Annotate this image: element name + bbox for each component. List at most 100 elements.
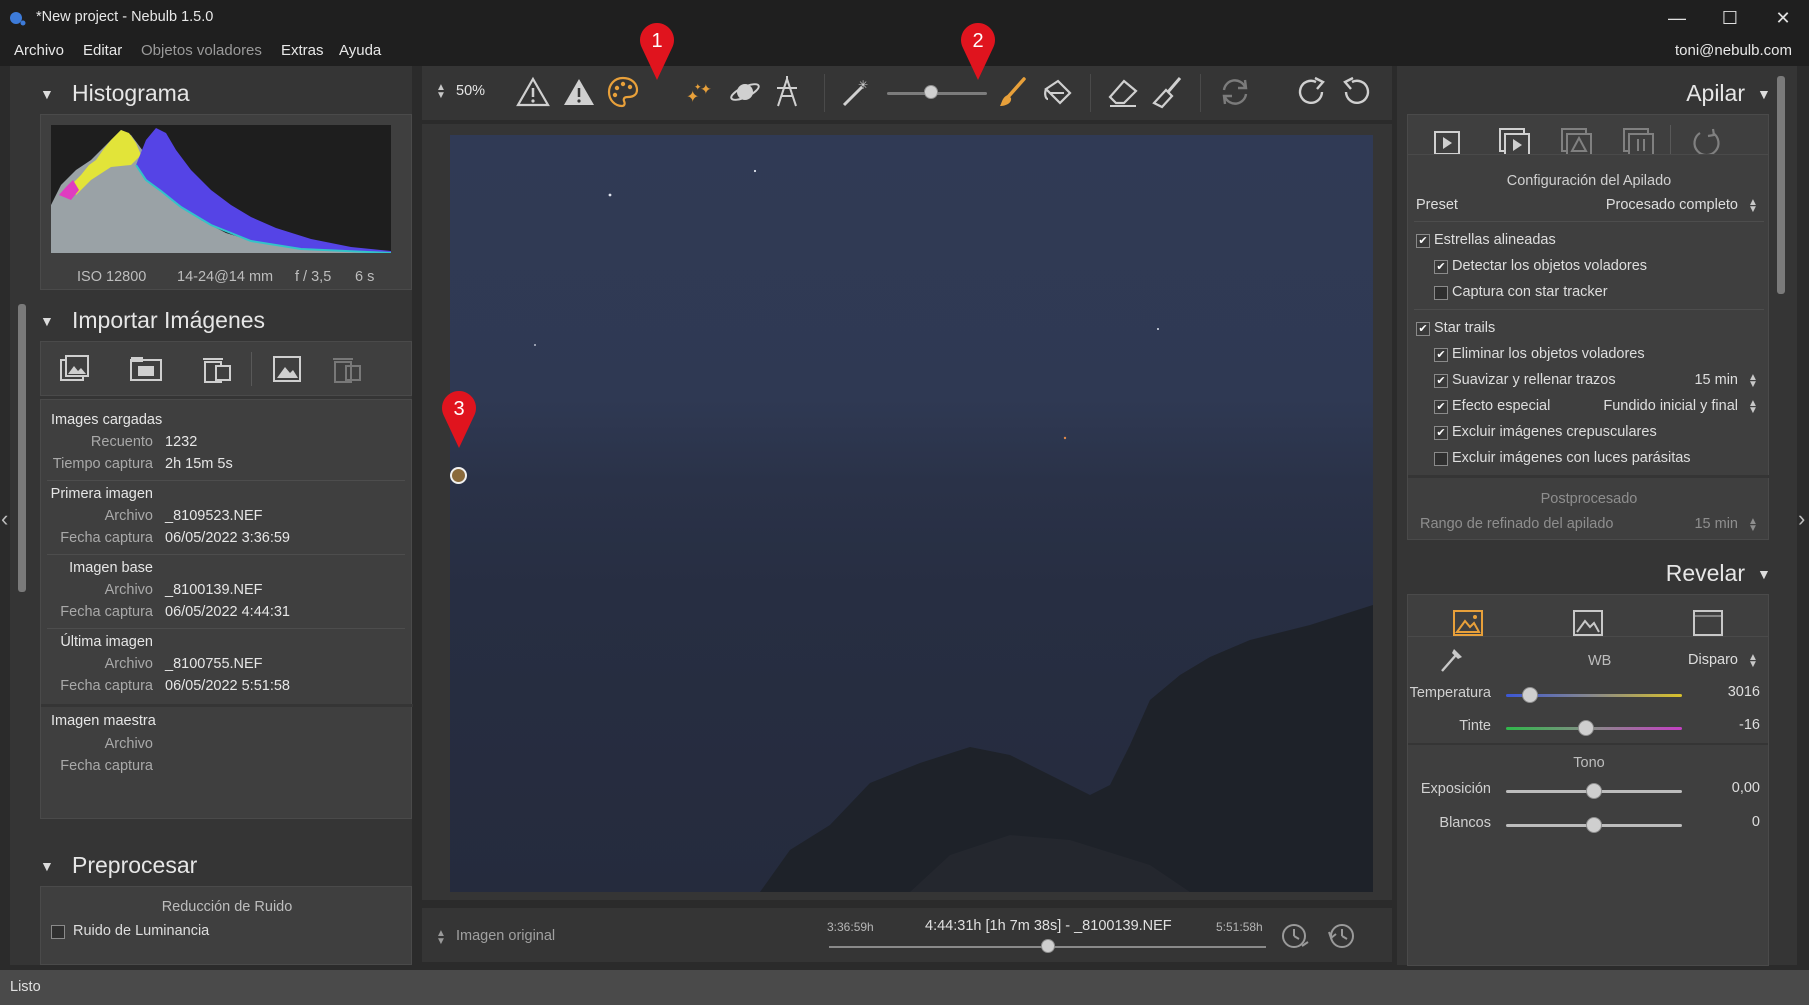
brush-size-slider[interactable]	[887, 85, 987, 99]
detect-objects-label: Detectar los objetos voladores	[1452, 258, 1648, 274]
zoom-spinner-icon[interactable]: ▲ ▼	[436, 83, 446, 101]
broom-icon[interactable]	[1150, 75, 1184, 112]
preset-spinner-icon[interactable]: ▲ ▼	[1748, 198, 1758, 215]
menu-archivo[interactable]: Archivo	[14, 42, 64, 59]
exposure-knob[interactable]	[1586, 783, 1602, 799]
menu-ayuda[interactable]: Ayuda	[339, 42, 381, 59]
left-scrollbar[interactable]	[18, 304, 26, 592]
svg-text:✦: ✦	[700, 82, 712, 98]
histogram-box: ISO 12800 14-24@14 mm f / 3,5 6 s	[40, 114, 412, 290]
special-effect-value[interactable]: Fundido inicial y final	[1558, 398, 1738, 414]
tower-icon[interactable]	[772, 75, 802, 112]
planet-icon[interactable]	[728, 76, 762, 111]
smooth-spinner-icon[interactable]: ▲ ▼	[1748, 373, 1758, 390]
close-button[interactable]: ✕	[1768, 6, 1798, 30]
stack-config-heading: Configuración del Apilado	[1506, 173, 1672, 189]
temperature-value[interactable]: 3016	[1688, 684, 1760, 700]
collapse-preprocess-icon[interactable]: ▼	[40, 858, 54, 874]
smooth-trails-value[interactable]: 15 min	[1628, 372, 1738, 388]
view-mode[interactable]: Imagen original	[456, 928, 555, 944]
remove-objects-checkbox[interactable]: ✔	[1434, 348, 1448, 362]
smooth-trails-checkbox[interactable]: ✔	[1434, 374, 1448, 388]
star-trails-checkbox[interactable]: ✔	[1416, 322, 1430, 336]
aligned-stars-label: Estrellas alineadas	[1434, 232, 1556, 248]
single-image-icon[interactable]	[271, 354, 303, 384]
effect-spinner-icon[interactable]: ▲ ▼	[1748, 399, 1758, 416]
title-bar: *New project - Nebulb 1.5.0 — ☐ ✕	[0, 0, 1809, 36]
wb-spinner-icon[interactable]: ▲ ▼	[1748, 653, 1758, 670]
refine-spinner-icon[interactable]: ▲ ▼	[1748, 517, 1758, 534]
star-tracker-checkbox[interactable]	[1434, 286, 1448, 300]
view-spinner-icon[interactable]: ▲ ▼	[436, 929, 446, 947]
menu-objetos-voladores[interactable]: Objetos voladores	[141, 42, 262, 59]
menu-extras[interactable]: Extras	[281, 42, 324, 59]
warning-outline-icon[interactable]	[516, 76, 550, 111]
first-date-value: 06/05/2022 3:36:59	[165, 530, 290, 546]
status-bar: Listo	[0, 970, 1809, 1005]
collapse-stack-icon[interactable]: ▼	[1757, 86, 1771, 102]
eraser-icon[interactable]	[1106, 75, 1140, 112]
clear-images-icon[interactable]	[331, 354, 363, 384]
brush-icon[interactable]	[996, 75, 1030, 112]
minimize-button[interactable]: —	[1662, 6, 1692, 30]
exclude-parasite-label: Excluir imágenes con luces parásitas	[1452, 450, 1691, 466]
warning-filled-icon[interactable]	[562, 76, 596, 111]
paint-bucket-icon[interactable]	[1040, 75, 1074, 112]
undo-icon[interactable]	[1340, 76, 1372, 111]
exclude-parasite-checkbox[interactable]	[1434, 452, 1448, 466]
right-scrollbar[interactable]	[1777, 76, 1785, 294]
redo-icon[interactable]	[1296, 76, 1328, 111]
stars-icon[interactable]: ✦ ✦ ✦	[684, 76, 718, 111]
maximize-button[interactable]: ☐	[1715, 6, 1745, 30]
rocks-silhouette	[534, 169, 1373, 892]
add-images-icon[interactable]	[59, 354, 91, 384]
tint-knob[interactable]	[1578, 720, 1594, 736]
status-text: Listo	[10, 979, 41, 995]
eyedropper-icon[interactable]	[1436, 643, 1466, 678]
remove-images-icon[interactable]	[201, 354, 233, 384]
toolbar-separator	[1200, 74, 1201, 112]
collapse-histogram-icon[interactable]: ▼	[40, 86, 54, 102]
exposure-value[interactable]: 0,00	[1688, 780, 1760, 796]
preset-value[interactable]: Procesado completo	[1558, 197, 1738, 213]
user-account[interactable]: toni@nebulb.com	[1675, 42, 1792, 59]
clock-back-icon[interactable]	[1280, 920, 1312, 955]
collapse-right-arrow-icon[interactable]: ›	[1798, 506, 1805, 532]
brush-size-knob[interactable]	[924, 85, 938, 99]
collapse-reveal-icon[interactable]: ▼	[1757, 566, 1771, 582]
collapse-import-icon[interactable]: ▼	[40, 313, 54, 329]
reveal-title: Revelar	[1665, 560, 1745, 586]
separator	[41, 704, 413, 707]
wb-value[interactable]: Disparo	[1628, 652, 1738, 668]
exclude-twilight-checkbox[interactable]: ✔	[1434, 426, 1448, 440]
import-info-box: Images cargadas Recuento 1232 Tiempo cap…	[40, 399, 413, 819]
magic-wand-icon[interactable]: ✳	[838, 75, 872, 112]
temperature-knob[interactable]	[1522, 687, 1538, 703]
add-folder-icon[interactable]	[129, 354, 163, 384]
palette-icon[interactable]	[606, 75, 640, 112]
aligned-stars-checkbox[interactable]: ✔	[1416, 234, 1430, 248]
whites-value[interactable]: 0	[1688, 814, 1760, 830]
collapse-left-arrow-icon[interactable]: ‹	[1, 506, 8, 532]
count-value: 1232	[165, 434, 198, 450]
menu-bar: Archivo Editar Objetos voladores Extras …	[0, 36, 1809, 66]
whites-knob[interactable]	[1586, 817, 1602, 833]
night-sky-image[interactable]	[450, 135, 1373, 892]
luminance-noise-checkbox[interactable]	[51, 925, 65, 939]
detect-objects-checkbox[interactable]: ✔	[1434, 260, 1448, 274]
refresh-icon[interactable]	[1218, 76, 1252, 111]
clock-history-icon[interactable]	[1326, 920, 1358, 955]
zoom-value[interactable]: 50%	[456, 83, 485, 99]
refine-value[interactable]: 15 min	[1628, 516, 1738, 532]
timeline-current: 4:44:31h [1h 7m 38s] - _8100139.NEF	[925, 918, 1172, 934]
timeline-knob[interactable]	[1040, 939, 1055, 953]
tint-value[interactable]: -16	[1688, 717, 1760, 733]
master-date-label: Fecha captura	[60, 758, 153, 774]
whites-label: Blancos	[1439, 815, 1491, 831]
timeline-slider[interactable]	[829, 939, 1266, 953]
special-effect-checkbox[interactable]: ✔	[1434, 400, 1448, 414]
marker-label: 1	[651, 30, 663, 52]
smooth-trails-label: Suavizar y rellenar trazos	[1452, 372, 1616, 388]
menu-editar[interactable]: Editar	[83, 42, 122, 59]
separator	[1414, 309, 1764, 310]
